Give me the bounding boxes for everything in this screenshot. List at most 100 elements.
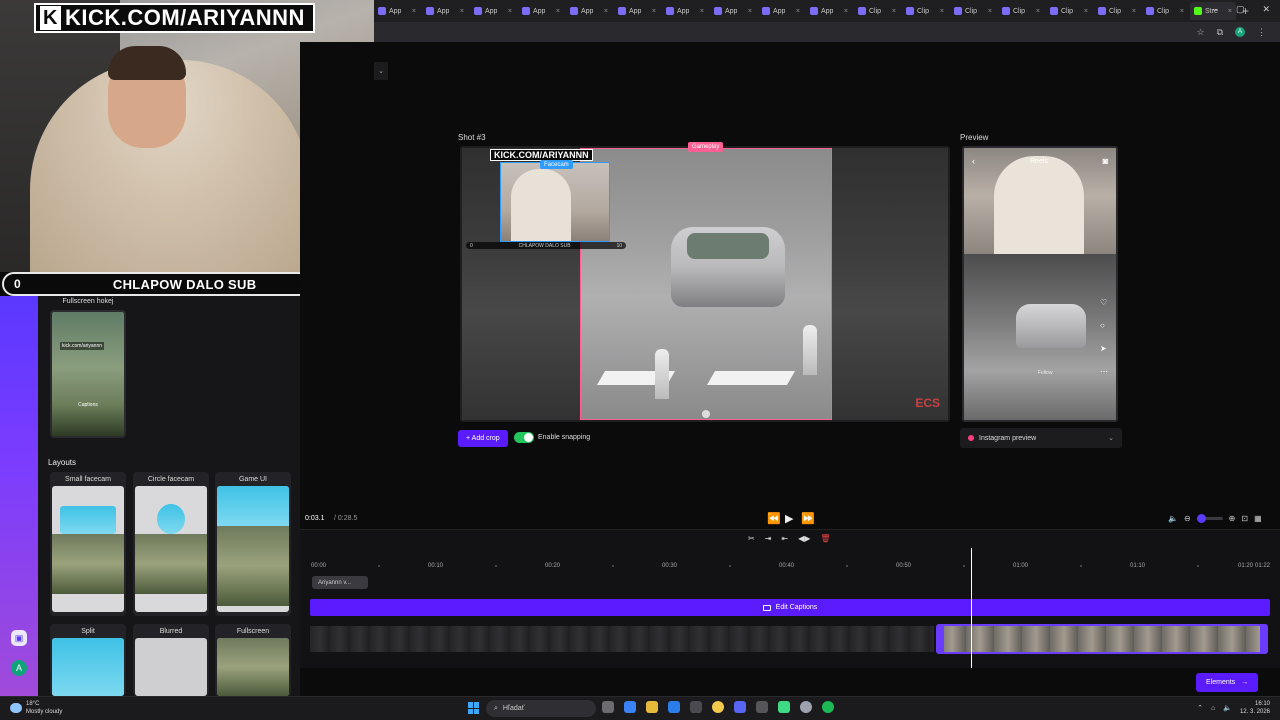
taskbar-search[interactable]: ⌕ Hľadať	[486, 700, 596, 717]
tab-close-icon[interactable]: ×	[748, 8, 752, 15]
tab-close-icon[interactable]: ×	[988, 8, 992, 15]
volume-icon[interactable]: 🔈	[1168, 514, 1178, 523]
browser-tab[interactable]: App ×	[422, 2, 468, 20]
browser-tab[interactable]: App ×	[758, 2, 804, 20]
browser-tab[interactable]: App ×	[662, 2, 708, 20]
playhead[interactable]	[971, 548, 972, 668]
chrome-icon[interactable]	[712, 701, 724, 713]
zoom-slider-knob[interactable]	[1196, 514, 1206, 523]
tab-close-icon[interactable]: ×	[892, 8, 896, 15]
browser-tab[interactable]: App ×	[518, 2, 564, 20]
windows-start-icon[interactable]	[468, 702, 480, 714]
layout-fullscreen[interactable]: Fullscreen	[215, 624, 291, 696]
browser-menu-icon[interactable]: ⋮	[1257, 27, 1266, 38]
tab-close-icon[interactable]: ×	[460, 8, 464, 15]
split-icon[interactable]: ✂	[748, 534, 755, 543]
facecam-crop-box[interactable]	[500, 162, 610, 242]
extensions-icon[interactable]: ⧉	[1217, 27, 1223, 38]
store-icon[interactable]	[690, 701, 702, 713]
tab-close-icon[interactable]: ×	[1180, 8, 1184, 15]
gameplay-crop-box[interactable]	[580, 148, 832, 420]
bookmark-star-icon[interactable]: ☆	[1196, 27, 1204, 38]
tab-close-icon[interactable]: ×	[652, 8, 656, 15]
fit-icon[interactable]: ⊡	[1241, 514, 1248, 523]
chat-icon[interactable]: ▣	[11, 630, 27, 646]
tray-arrow-icon[interactable]: ⌃	[1197, 704, 1203, 712]
app-icon[interactable]	[624, 701, 636, 713]
browser-tab[interactable]: App ×	[470, 2, 516, 20]
filmstrip-selected-clip[interactable]	[936, 624, 1268, 654]
browser-tab[interactable]: Clip ×	[1046, 2, 1092, 20]
system-clock[interactable]: 16:10 12. 3. 2026	[1240, 700, 1270, 716]
browser-tab[interactable]: Clip ×	[1094, 2, 1140, 20]
calculator-icon[interactable]	[756, 701, 768, 713]
clip-trim-handle-right[interactable]	[1260, 626, 1266, 652]
snapping-toggle-row[interactable]: Enable snapping	[514, 432, 590, 443]
layout-blurred[interactable]: Blurred	[133, 624, 209, 696]
trim-start-icon[interactable]: ⇤	[781, 534, 788, 543]
edit-captions-bar[interactable]: Edit Captions	[310, 599, 1270, 616]
grid-icon[interactable]: ▦	[1254, 514, 1262, 523]
browser-tab[interactable]: Clip ×	[854, 2, 900, 20]
browser-tab[interactable]: App ×	[806, 2, 852, 20]
zoom-out-icon[interactable]: ⊖	[1184, 514, 1191, 523]
tab-close-icon[interactable]: ×	[940, 8, 944, 15]
user-avatar[interactable]: A	[11, 660, 27, 676]
edge-icon[interactable]	[668, 701, 680, 713]
layout-small-facecam[interactable]: Small facecam	[50, 472, 126, 616]
fullscreen-hokej-card[interactable]: Fullscreen hokej kick.com/ariyannn Capti…	[50, 298, 126, 440]
network-icon[interactable]: ⌂	[1211, 705, 1215, 712]
tab-close-icon[interactable]: ×	[556, 8, 560, 15]
zoom-slider[interactable]	[1196, 514, 1223, 523]
task-view-icon[interactable]	[602, 701, 614, 713]
browser-tab[interactable]: Clip ×	[1142, 2, 1188, 20]
snapping-toggle[interactable]	[514, 432, 534, 443]
minimize-icon[interactable]: –	[1213, 4, 1218, 15]
browser-tab[interactable]: Clip ×	[902, 2, 948, 20]
browser-tab[interactable]: App ×	[614, 2, 660, 20]
tab-close-icon[interactable]: ×	[1132, 8, 1136, 15]
tab-close-icon[interactable]: ×	[700, 8, 704, 15]
speaker-icon[interactable]: 🔈	[1223, 704, 1232, 712]
profile-avatar[interactable]: A	[1235, 27, 1245, 37]
discord-icon[interactable]	[734, 701, 746, 713]
audio-icon[interactable]: ◀▶	[798, 534, 810, 543]
tab-close-icon[interactable]: ×	[604, 8, 608, 15]
file-explorer-icon[interactable]	[646, 701, 658, 713]
browser-tab[interactable]: App ×	[710, 2, 756, 20]
tab-close-icon[interactable]: ×	[412, 8, 416, 15]
add-crop-button[interactable]: + Add crop	[458, 430, 508, 447]
filmstrip-inactive[interactable]	[310, 626, 934, 652]
zoom-in-icon[interactable]: ⊕	[1229, 514, 1236, 523]
browser-tab[interactable]: App ×	[374, 2, 420, 20]
rewind-icon[interactable]: ⏪	[767, 512, 781, 525]
clip-trim-handle-left[interactable]	[938, 626, 944, 652]
browser-tab[interactable]: Clip ×	[998, 2, 1044, 20]
close-icon[interactable]: ✕	[1262, 4, 1270, 15]
tab-close-icon[interactable]: ×	[1036, 8, 1040, 15]
elements-button[interactable]: Elements →	[1196, 673, 1259, 692]
tab-close-icon[interactable]: ×	[844, 8, 848, 15]
shot-canvas[interactable]: KICK.COM/ARIYANNN 0 CHLAPOW DALO SUB 10 …	[460, 146, 950, 422]
browser-tab[interactable]: App ×	[566, 2, 612, 20]
spotify-icon[interactable]	[822, 701, 834, 713]
browser-tab[interactable]: Clip ×	[950, 2, 996, 20]
tab-close-icon[interactable]: ×	[508, 8, 512, 15]
crop-resize-handle[interactable]	[702, 410, 710, 418]
layout-game-ui[interactable]: Game UI	[215, 472, 291, 616]
collapse-panel-icon[interactable]: ⌄	[374, 62, 388, 80]
delete-icon[interactable]: 🗑	[820, 534, 830, 543]
maximize-icon[interactable]: ▢	[1236, 4, 1245, 15]
instagram-preview-select[interactable]: Instagram preview ⌄	[960, 428, 1122, 448]
app-icon[interactable]	[800, 701, 812, 713]
fast-forward-icon[interactable]: ⏩	[801, 512, 815, 525]
play-icon[interactable]: ▶	[785, 512, 793, 525]
tab-close-icon[interactable]: ×	[1084, 8, 1088, 15]
tab-close-icon[interactable]: ×	[796, 8, 800, 15]
app-icon[interactable]	[778, 701, 790, 713]
weather-widget[interactable]: 18°C Mostly cloudy	[10, 700, 62, 716]
trim-end-icon[interactable]: ⇥	[765, 534, 772, 543]
track-name-chip[interactable]: Ariyannn v...	[312, 576, 368, 589]
layout-circle-facecam[interactable]: Circle facecam	[133, 472, 209, 616]
layout-split[interactable]: Split	[50, 624, 126, 696]
